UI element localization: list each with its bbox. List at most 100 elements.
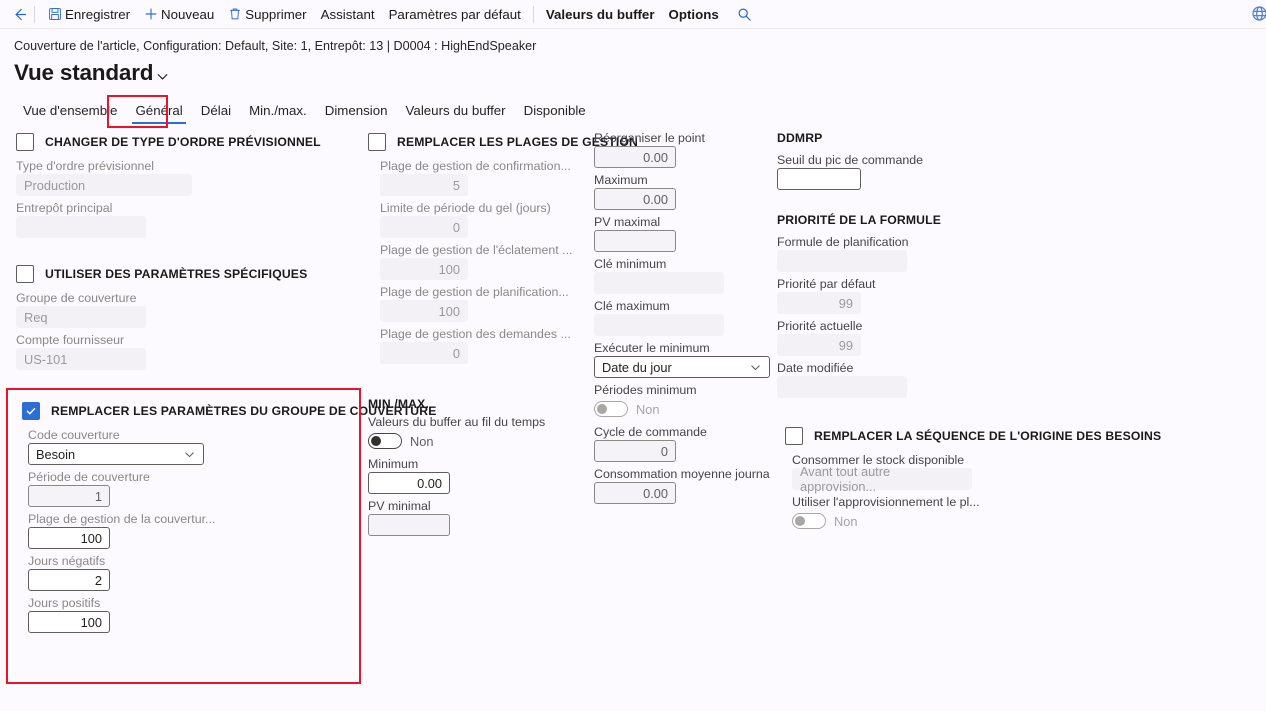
- label-buffer-over-time: Valeurs du buffer au fil du temps: [368, 415, 546, 429]
- input-entrepot-principal[interactable]: [16, 216, 146, 238]
- label-pv-maximal: PV maximal: [594, 215, 661, 229]
- label-utiliser-approvisionnement: Utiliser l'approvisionnement le pl...: [792, 495, 980, 509]
- input-maximum[interactable]: 0.00: [594, 188, 676, 210]
- checkbox-specific-params[interactable]: [16, 265, 34, 283]
- checkbox-change-forecast[interactable]: [16, 133, 34, 151]
- toggle-utiliser-approvisionnement[interactable]: [792, 513, 826, 529]
- plus-icon: [144, 7, 158, 21]
- tab-general[interactable]: Général: [126, 101, 191, 126]
- tab-dimension[interactable]: Dimension: [316, 101, 397, 126]
- group-title-change-forecast: CHANGER DE TYPE D'ORDRE PRÉVISIONNEL: [45, 135, 321, 149]
- back-arrow-icon[interactable]: [6, 2, 32, 26]
- input-jours-positifs[interactable]: 100: [28, 611, 110, 633]
- input-priorite-par-defaut[interactable]: 99: [777, 292, 861, 314]
- input-cycle-de-commande[interactable]: 0: [594, 440, 676, 462]
- field-periodes-minimum: Périodes minimum Non: [594, 383, 770, 420]
- group-header-override-coverage[interactable]: REMPLACER LES PARAMÈTRES DU GROUPE DE CO…: [22, 400, 436, 422]
- select-executer-le-minimum[interactable]: Date du jour: [594, 356, 770, 378]
- tab-vue-densemble[interactable]: Vue d'ensemble: [14, 101, 126, 126]
- input-consommation-moyenne[interactable]: 0.00: [594, 482, 676, 504]
- input-type-ordre-previsionnel[interactable]: Production: [16, 174, 192, 196]
- buffer-values-button[interactable]: Valeurs du buffer: [539, 2, 662, 27]
- input-formule-planification[interactable]: [777, 250, 907, 272]
- default-settings-button[interactable]: Paramètres par défaut: [382, 2, 528, 27]
- group-header-change-forecast[interactable]: CHANGER DE TYPE D'ORDRE PRÉVISIONNEL: [16, 131, 356, 153]
- input-cle-maximum[interactable]: [594, 314, 724, 336]
- tab-min-max[interactable]: Min./max.: [240, 101, 316, 126]
- field-periode-de-couverture: Période de couverture 1: [28, 470, 356, 507]
- tab-bar: Vue d'ensemble Général Délai Min./max. D…: [0, 86, 1266, 126]
- toggle-knob: [371, 436, 381, 446]
- input-plage-eclatement[interactable]: 100: [380, 258, 468, 280]
- input-limite-periode-gel[interactable]: 0: [380, 216, 468, 238]
- input-pv-maximal[interactable]: [594, 230, 676, 252]
- search-icon[interactable]: [732, 2, 758, 26]
- tab-valeurs-du-buffer[interactable]: Valeurs du buffer: [397, 101, 515, 126]
- group-header-override-ranges[interactable]: REMPLACER LES PLAGES DE GESTION: [368, 131, 638, 153]
- checkbox-override-coverage[interactable]: [22, 402, 40, 420]
- label-plage-demandes: Plage de gestion des demandes ...: [380, 327, 571, 341]
- field-buffer-over-time: Valeurs du buffer au fil du temps Non: [368, 415, 590, 452]
- field-maximum: Maximum 0.00: [594, 173, 770, 210]
- select-code-couverture[interactable]: Besoin: [28, 443, 204, 465]
- delete-button[interactable]: Supprimer: [221, 2, 313, 27]
- toggle-buffer-over-time[interactable]: [368, 433, 402, 449]
- field-entrepot-principal: Entrepôt principal: [16, 201, 356, 238]
- label-priorite-par-defaut: Priorité par défaut: [777, 277, 876, 291]
- input-seuil-pic-commande[interactable]: [777, 168, 861, 190]
- label-plage-gestion-couverture: Plage de gestion de la couvertur...: [28, 512, 216, 526]
- tab-disponible[interactable]: Disponible: [515, 101, 595, 126]
- input-minimum[interactable]: 0.00: [368, 472, 450, 494]
- toggle-knob: [597, 404, 607, 414]
- input-periode-de-couverture[interactable]: 1: [28, 485, 110, 507]
- chevron-down-icon[interactable]: [155, 63, 170, 84]
- app-window: Enregistrer Nouveau Supprimer Assistant: [0, 0, 1266, 711]
- input-plage-confirmation[interactable]: 5: [380, 174, 468, 196]
- column-2: REMPLACER LES PLAGES DE GESTION Plage de…: [368, 131, 638, 541]
- group-header-specific-params[interactable]: UTILISER DES PARAMÈTRES SPÉCIFIQUES: [16, 263, 356, 285]
- breadcrumb: Couverture de l'article, Configuration: …: [14, 39, 537, 53]
- save-button[interactable]: Enregistrer: [41, 2, 137, 27]
- input-groupe-de-couverture[interactable]: Req: [16, 306, 146, 328]
- input-jours-negatifs[interactable]: 2: [28, 569, 110, 591]
- label-reorganiser-le-point: Réorganiser le point: [594, 131, 705, 145]
- save-label: Enregistrer: [65, 6, 131, 22]
- input-priorite-actuelle[interactable]: 99: [777, 334, 861, 356]
- options-button[interactable]: Options: [662, 2, 726, 27]
- group-header-override-sequence[interactable]: REMPLACER LA SÉQUENCE DE L'ORIGINE DES B…: [785, 425, 1161, 447]
- label-type-ordre-previsionnel: Type d'ordre prévisionnel: [16, 159, 155, 173]
- section-title-ddmrp: DDMRP: [777, 131, 823, 145]
- field-plage-planification: Plage de gestion de planification... 100: [380, 285, 590, 322]
- checkbox-override-sequence[interactable]: [785, 427, 803, 445]
- new-button[interactable]: Nouveau: [137, 2, 221, 27]
- toggle-knob: [795, 516, 805, 526]
- group-title-specific-params: UTILISER DES PARAMÈTRES SPÉCIFIQUES: [45, 267, 308, 281]
- label-code-couverture: Code couverture: [28, 428, 120, 442]
- input-reorganiser-le-point[interactable]: 0.00: [594, 146, 676, 168]
- field-priorite-par-defaut: Priorité par défaut 99: [777, 277, 1117, 314]
- assistant-button[interactable]: Assistant: [314, 2, 382, 27]
- section-title-minmax: MIN./MAX.: [368, 397, 429, 411]
- tab-delai[interactable]: Délai: [192, 101, 240, 126]
- toolbar-divider-2: [532, 5, 534, 23]
- input-pv-minimal[interactable]: [368, 514, 450, 536]
- checkbox-override-ranges[interactable]: [368, 133, 386, 151]
- input-compte-fournisseur[interactable]: US-101: [16, 348, 146, 370]
- toggle-row-periodes-minimum: Non: [594, 398, 770, 420]
- field-compte-fournisseur: Compte fournisseur US-101: [16, 333, 356, 370]
- toggle-periodes-minimum[interactable]: [594, 401, 628, 417]
- field-pv-minimal: PV minimal: [368, 499, 590, 536]
- input-cle-minimum[interactable]: [594, 272, 724, 294]
- input-date-modifiee[interactable]: [777, 376, 907, 398]
- input-plage-demandes[interactable]: 0: [380, 342, 468, 364]
- globe-icon[interactable]: [1246, 1, 1266, 25]
- input-plage-gestion-couverture[interactable]: 100: [28, 527, 110, 549]
- label-pv-minimal: PV minimal: [368, 499, 431, 513]
- field-consommation-moyenne: Consommation moyenne journal... 0.00: [594, 467, 770, 504]
- field-formule-planification: Formule de planification: [777, 235, 1117, 272]
- label-seuil-pic-commande: Seuil du pic de commande: [777, 153, 924, 167]
- input-plage-planification[interactable]: 100: [380, 300, 468, 322]
- input-consommer-stock-disponible[interactable]: Avant tout autre approvision...: [792, 464, 972, 494]
